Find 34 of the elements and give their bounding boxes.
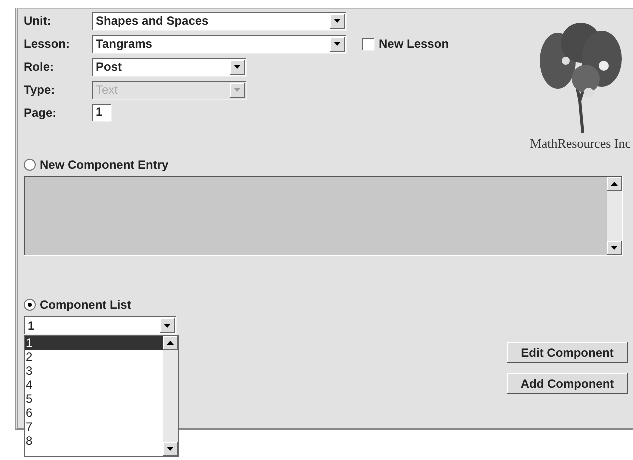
list-item[interactable]: 6 <box>25 406 163 420</box>
new-lesson-checkbox[interactable]: New Lesson <box>362 37 450 51</box>
list-item[interactable]: 3 <box>25 364 163 378</box>
scroll-up-button[interactable] <box>607 177 622 191</box>
dropdown[interactable]: Post <box>92 58 247 76</box>
scroll-down-button[interactable] <box>607 241 622 255</box>
list-item[interactable]: 7 <box>25 420 163 434</box>
scroll-down-button[interactable] <box>163 442 178 456</box>
field-label: Type: <box>24 83 56 97</box>
list-item[interactable]: 2 <box>25 350 163 364</box>
company-logo-text: MathResources Inc <box>530 136 631 152</box>
field-label: Lesson: <box>24 37 72 51</box>
dropdown[interactable]: Tangrams <box>92 34 347 54</box>
input-field[interactable]: 1 <box>92 104 112 122</box>
list-item[interactable]: 5 <box>25 392 163 406</box>
down-arrow-icon <box>611 246 618 250</box>
dropdown[interactable]: Shapes and Spaces <box>92 12 347 30</box>
field-label: Unit: <box>24 14 52 28</box>
list-item[interactable]: 4 <box>25 378 163 392</box>
down-arrow-icon <box>167 447 174 451</box>
list-item[interactable]: 8 <box>25 434 163 448</box>
scrollbar[interactable] <box>163 336 178 456</box>
field-label: Page: <box>24 106 58 120</box>
scroll-up-button[interactable] <box>163 336 178 350</box>
component-list-radio[interactable]: Component List <box>24 298 132 312</box>
new-component-entry-radio[interactable]: New Component Entry <box>24 158 169 172</box>
dropdown[interactable]: 1 <box>24 316 177 335</box>
field-label: Role: <box>24 60 55 74</box>
scrollbar[interactable] <box>607 177 622 255</box>
list-item[interactable]: 1 <box>25 336 163 350</box>
up-arrow-icon <box>167 341 174 345</box>
up-arrow-icon <box>611 182 618 186</box>
action-button[interactable]: Edit Component <box>507 342 628 363</box>
action-button[interactable]: Add Component <box>507 373 628 394</box>
